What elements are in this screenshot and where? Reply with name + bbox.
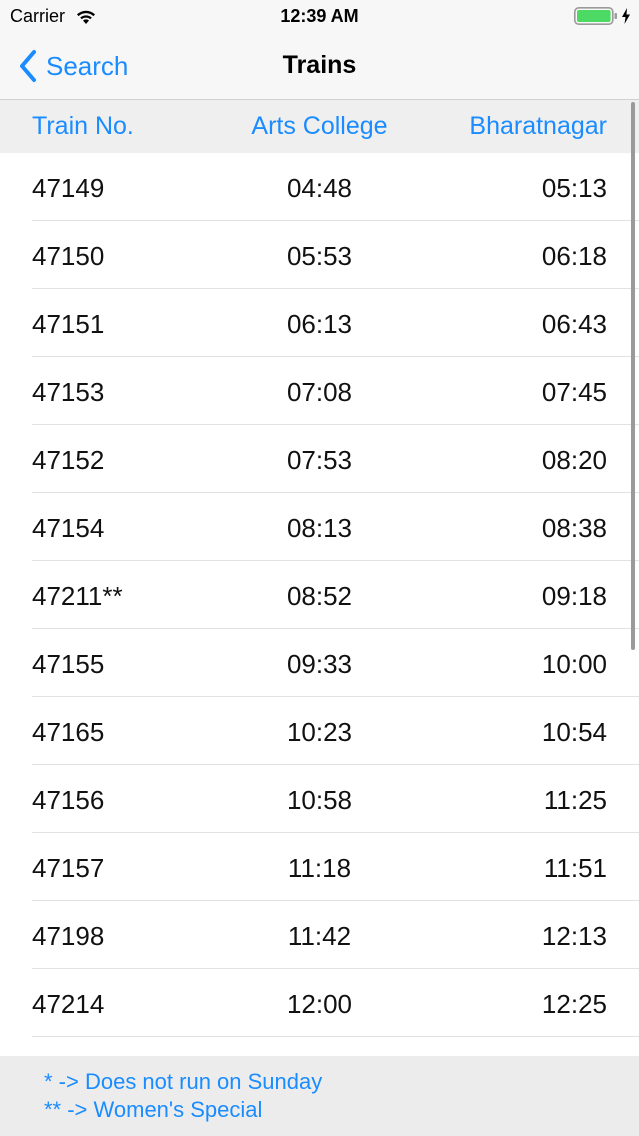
bharatnagar-time: 11:51	[543, 853, 607, 883]
status-bar: Carrier 12:39 AM	[0, 0, 639, 33]
legend-womens-special-note: ** -> Women's Special	[44, 1097, 263, 1122]
table-row[interactable]: 47153 07:08 07:45	[0, 357, 639, 425]
scroll-indicator[interactable]	[631, 102, 635, 650]
charging-bolt-icon	[622, 8, 630, 24]
navigation-bar: Search Trains	[0, 33, 639, 100]
bharatnagar-time: 11:25	[543, 785, 607, 815]
bharatnagar-time: 05:13	[541, 173, 607, 203]
train-table[interactable]: 47149 04:48 05:13 47150 05:53 06:18 4715…	[0, 153, 639, 1037]
table-row[interactable]: 47151 06:13 06:43	[0, 289, 639, 357]
table-row[interactable]: 47156 10:58 11:25	[0, 765, 639, 833]
table-row[interactable]: 47155 09:33 10:00	[0, 629, 639, 697]
table-row[interactable]: 47165 10:23 10:54	[0, 697, 639, 765]
battery-icon	[574, 7, 617, 25]
bharatnagar-time: 10:54	[541, 717, 607, 747]
legend-footer: * -> Does not run on Sunday ** -> Women'…	[0, 1056, 639, 1136]
status-time: 12:39 AM	[280, 6, 359, 26]
bharatnagar-time: 09:18	[541, 581, 607, 611]
bharatnagar-time: 06:18	[541, 241, 607, 271]
table-row[interactable]: 47157 11:18 11:51	[0, 833, 639, 901]
column-header-bharatnagar[interactable]: Bharatnagar	[469, 112, 607, 141]
table-row[interactable]: 47211** 08:52 09:18	[0, 561, 639, 629]
bharatnagar-time: 10:00	[541, 649, 607, 679]
page-title: Trains	[282, 51, 357, 79]
bharatnagar-time: 06:43	[541, 309, 607, 339]
bharatnagar-time: 12:13	[541, 921, 607, 951]
bharatnagar-time: 07:45	[541, 377, 607, 407]
table-row[interactable]: 47150 05:53 06:18	[0, 221, 639, 289]
bharatnagar-time: 08:38	[541, 513, 607, 543]
battery-indicator	[574, 7, 631, 25]
table-header: Train No. Arts College Bharatnagar	[0, 100, 639, 153]
table-row[interactable]: 47198 11:42 12:13	[0, 901, 639, 969]
table-row[interactable]: 47149 04:48 05:13	[0, 153, 639, 221]
bharatnagar-time: 12:25	[541, 989, 607, 1019]
table-row[interactable]: 47154 08:13 08:38	[0, 493, 639, 561]
table-row[interactable]: 47152 07:53 08:20	[0, 425, 639, 493]
table-row[interactable]: 47214 12:00 12:25	[0, 969, 639, 1037]
bharatnagar-time: 08:20	[541, 445, 607, 475]
legend-sunday-note: * -> Does not run on Sunday	[44, 1069, 323, 1094]
